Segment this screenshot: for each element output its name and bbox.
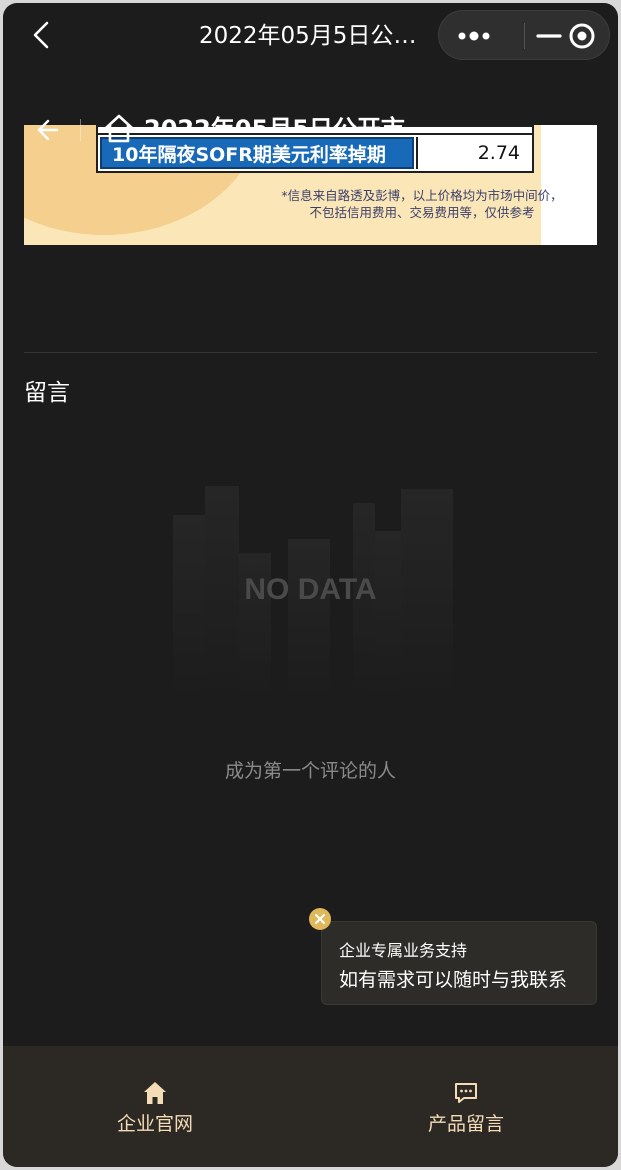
webview-title: 2022年05月5日公开市 <box>144 115 405 129</box>
page-title: 2022年05月5日公开… <box>199 23 429 49</box>
home-icon <box>104 114 134 143</box>
arrow-left-icon <box>37 119 59 141</box>
more-button[interactable] <box>451 19 497 53</box>
home-icon <box>144 1082 166 1104</box>
tab-product-messages[interactable]: 产品留言 <box>366 1046 566 1167</box>
tab-label: 产品留言 <box>427 1113 504 1135</box>
section-divider <box>24 352 597 353</box>
top-navigation-bar: 2022年05月5日公开… <box>3 3 618 67</box>
capsule-divider <box>524 23 525 49</box>
chat-icon <box>455 1083 477 1103</box>
webview-back-button[interactable] <box>31 115 61 145</box>
banner-disclaimer: *信息来自路透及彭博，以上价格均为市场中间价， 不包括信用费用、交易费用等，仅供… <box>252 187 592 221</box>
mini-program-screen: 2022年05月5日公开… 10年隔夜SOFR期美元利率掉期 2.74 *信息来… <box>3 3 618 1167</box>
support-close-button[interactable] <box>309 908 331 930</box>
disclaimer-line-1: *信息来自路透及彭博，以上价格均为市场中间价， <box>281 188 563 203</box>
tab-label: 企业官网 <box>116 1113 193 1135</box>
disclaimer-line-2: 不包括信用费用、交易费用等，仅供参考 <box>309 205 535 220</box>
chevron-left-icon <box>33 21 49 49</box>
close-icon <box>315 914 325 924</box>
comments-section-title: 留言 <box>24 380 70 406</box>
no-data-label: NO DATA <box>244 573 377 606</box>
close-program-button[interactable] <box>563 19 597 53</box>
back-button[interactable] <box>25 17 59 53</box>
no-data-illustration: NO DATA <box>168 481 458 701</box>
support-popup[interactable]: 企业专属业务支持 如有需求可以随时与我联系 <box>321 921 597 1005</box>
more-dots-icon <box>458 31 490 41</box>
webview-navigation: 2022年05月5日公开市 <box>24 111 597 151</box>
bottom-tab-bar: 企业官网 产品留言 <box>3 1046 618 1167</box>
target-icon <box>569 23 595 49</box>
support-message: 如有需求可以随时与我联系 <box>339 969 568 991</box>
webview-home-button[interactable] <box>102 111 136 145</box>
capsule-menu <box>438 10 610 60</box>
webview-nav-divider <box>80 119 81 141</box>
tab-company-website[interactable]: 企业官网 <box>55 1046 255 1167</box>
support-title: 企业专属业务支持 <box>339 941 468 960</box>
empty-comments-hint: 成为第一个评论的人 <box>224 760 396 782</box>
